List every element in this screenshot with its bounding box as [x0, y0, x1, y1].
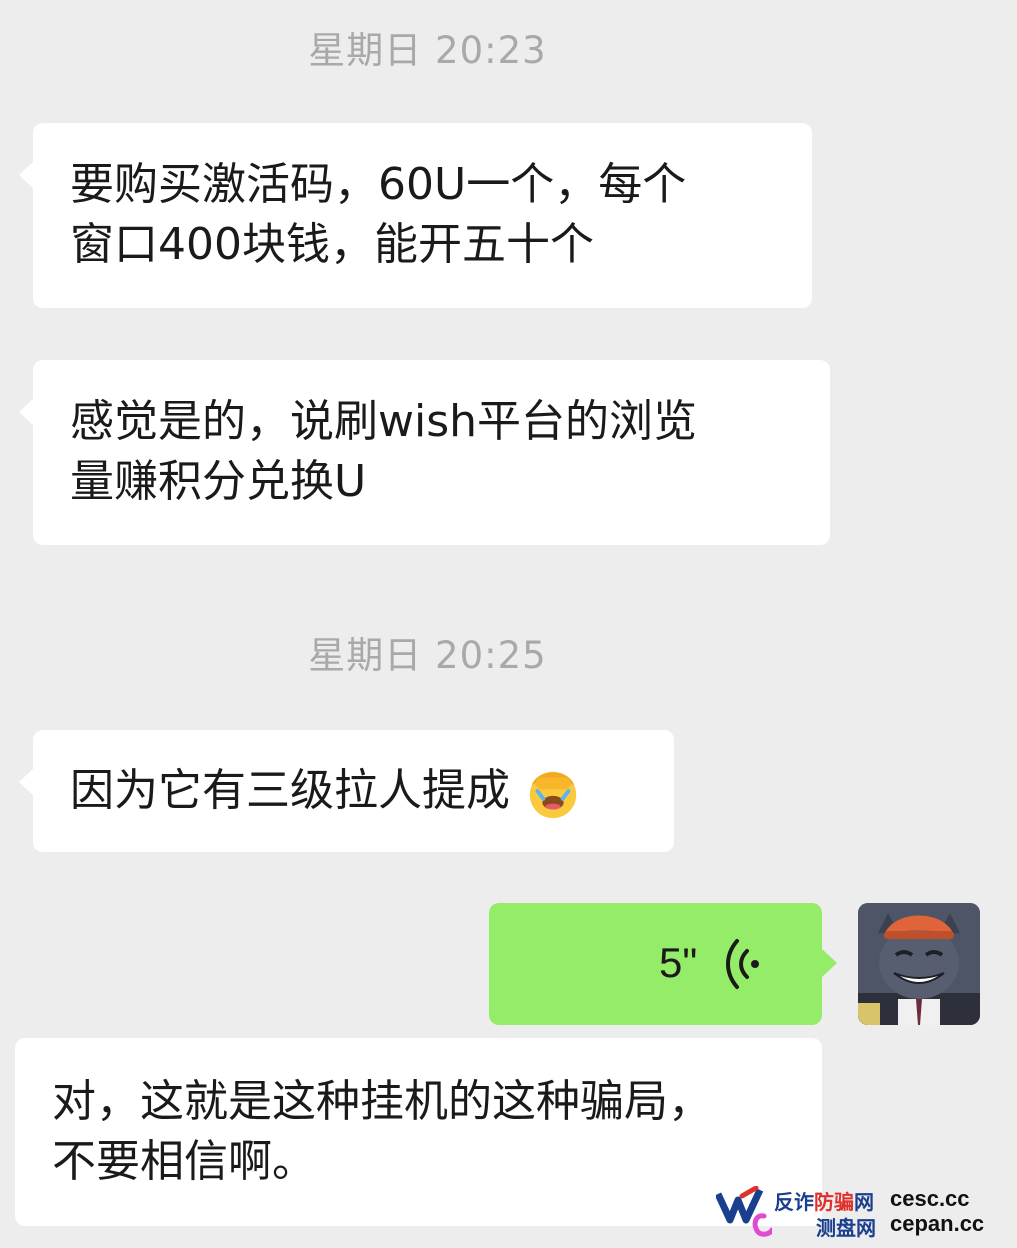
watermark-name-2: 测盘网 — [816, 1216, 876, 1240]
watermark-name: 反诈防骗网 — [774, 1190, 874, 1214]
message-text-line: 不要相信啊。 — [52, 1136, 316, 1187]
watermark-domain: cesc.cc — [890, 1186, 970, 1211]
voice-message-bubble[interactable]: 5" — [489, 903, 837, 1025]
message-bubble[interactable]: 感觉是的，说刷wish平台的浏览 量赚积分兑换U — [19, 360, 830, 545]
timestamp: 星期日 20:25 — [308, 634, 547, 677]
facepalm-emoji-icon — [529, 771, 577, 819]
message-text-line: 窗口400块钱，能开五十个 — [70, 219, 594, 270]
user-avatar[interactable] — [858, 903, 980, 1025]
message-text-line: 对，这就是这种挂机的这种骗局， — [52, 1076, 712, 1127]
message-bubble[interactable]: 因为它有三级拉人提成 — [19, 730, 674, 852]
message-text-line: 感觉是的，说刷wish平台的浏览 — [70, 396, 698, 447]
timestamp: 星期日 20:23 — [308, 29, 547, 72]
watermark-logo-icon — [716, 1186, 772, 1237]
message-text: 因为它有三级拉人提成 — [70, 765, 510, 816]
message-text-line: 要购买激活码，60U一个，每个 — [70, 159, 687, 210]
voice-wave-icon — [726, 939, 759, 989]
avatar-wolf-icon — [858, 903, 980, 1025]
message-bubble[interactable]: 对，这就是这种挂机的这种骗局， 不要相信啊。 — [15, 1038, 822, 1226]
watermark-domain: cepan.cc — [890, 1211, 985, 1236]
message-text-line: 量赚积分兑换U — [70, 456, 367, 507]
message-bubble[interactable]: 要购买激活码，60U一个，每个 窗口400块钱，能开五十个 — [19, 123, 812, 308]
watermark: 反诈防骗网 测盘网 cesc.cc cepan.cc — [716, 1186, 1006, 1240]
voice-duration: 5" — [659, 939, 698, 986]
